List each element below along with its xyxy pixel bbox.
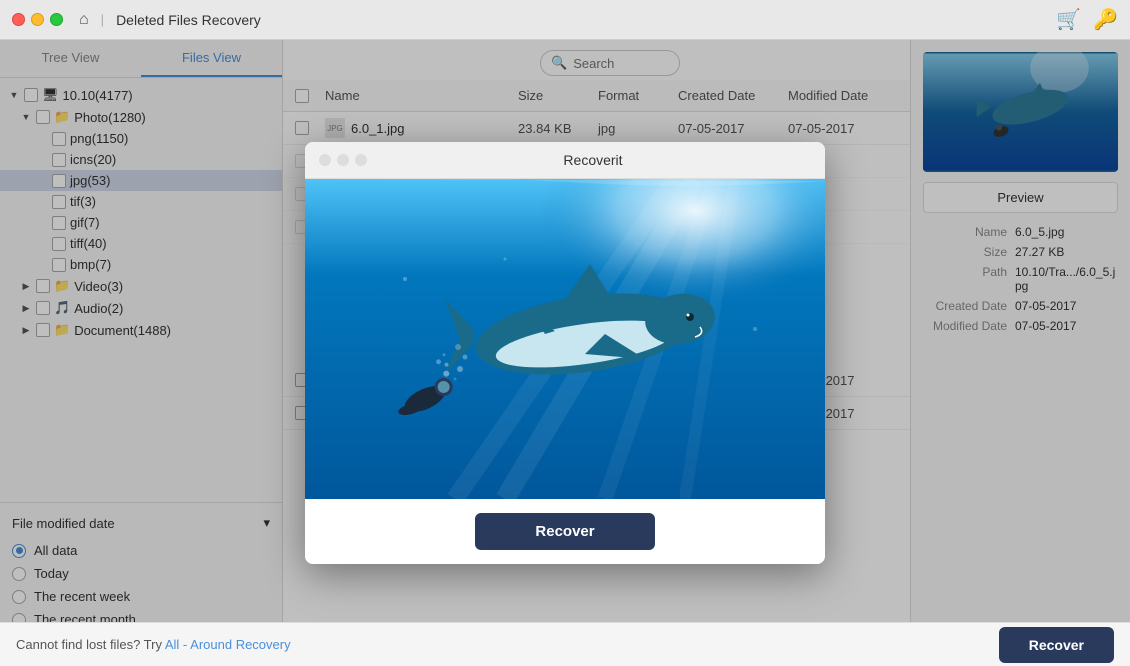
modal-overlay[interactable]: Recoverit bbox=[0, 40, 1130, 666]
bottom-message-text: Cannot find lost files? Try bbox=[16, 637, 162, 652]
modal-footer: Recover bbox=[305, 499, 825, 564]
modal-image bbox=[305, 179, 825, 499]
title-bar: ⌂ | Deleted Files Recovery 🛒 🔑 bbox=[0, 0, 1130, 40]
bottom-bar: Cannot find lost files? Try All - Around… bbox=[0, 622, 1130, 666]
around-recovery-link[interactable]: All - Around Recovery bbox=[165, 637, 291, 652]
main-recover-button[interactable]: Recover bbox=[999, 627, 1114, 663]
title-actions: 🛒 🔑 bbox=[1056, 7, 1118, 32]
maximize-button[interactable] bbox=[50, 13, 63, 26]
minimize-button[interactable] bbox=[31, 13, 44, 26]
modal-titlebar: Recoverit bbox=[305, 142, 825, 179]
close-button[interactable] bbox=[12, 13, 25, 26]
modal-traffic-lights bbox=[319, 154, 367, 166]
modal-minimize[interactable] bbox=[337, 154, 349, 166]
bottom-message: Cannot find lost files? Try All - Around… bbox=[16, 637, 291, 652]
app-title: Deleted Files Recovery bbox=[116, 12, 261, 28]
separator: | bbox=[101, 12, 104, 27]
home-icon[interactable]: ⌂ bbox=[79, 11, 89, 29]
modal-recover-button[interactable]: Recover bbox=[475, 513, 654, 550]
key-icon[interactable]: 🔑 bbox=[1093, 7, 1118, 32]
modal: Recoverit bbox=[305, 142, 825, 564]
cart-icon[interactable]: 🛒 bbox=[1056, 7, 1081, 32]
modal-maximize[interactable] bbox=[355, 154, 367, 166]
traffic-lights bbox=[12, 13, 63, 26]
modal-close[interactable] bbox=[319, 154, 331, 166]
modal-title: Recoverit bbox=[375, 152, 811, 168]
